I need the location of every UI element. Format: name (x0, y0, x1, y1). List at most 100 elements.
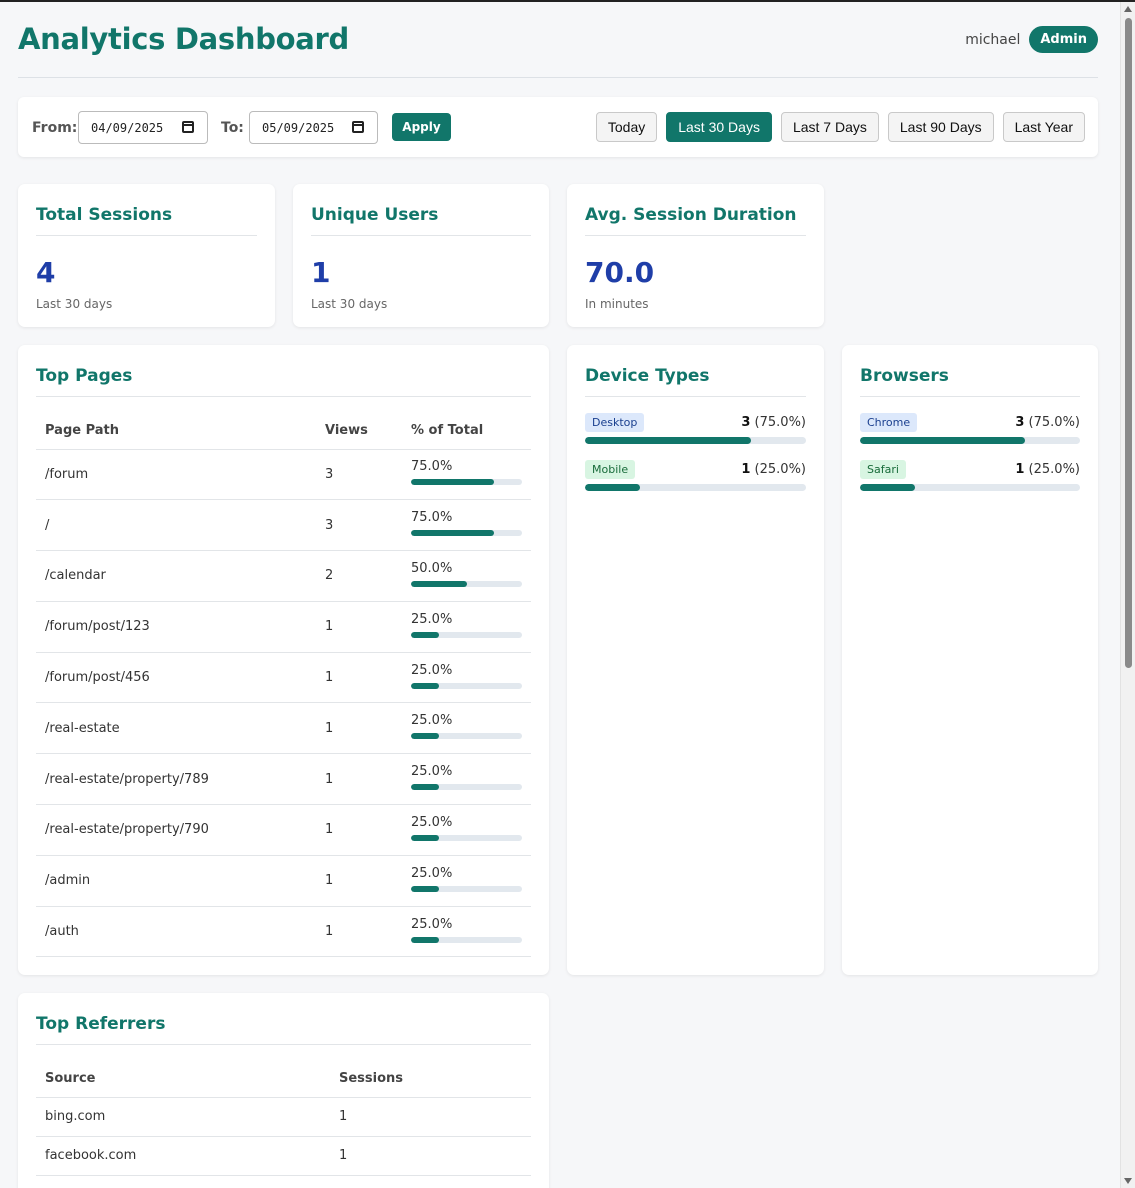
top-pages-body: /forum 3 75.0% /3 75.0% /calendar 2 50.0% /forum… (36, 449, 531, 958)
top-referrers-card: Top Referrers Source Sessions bing.com 1 f… (18, 993, 549, 1188)
percent-bar-fill (411, 479, 495, 486)
percent-bar (411, 682, 522, 689)
table-row: /admin 1 25.0% (36, 855, 531, 907)
range-last-30-days-button[interactable]: Last 30 Days (666, 112, 772, 142)
table-row: /forum 3 75.0% (36, 449, 531, 501)
table-row: facebook.com 1 (36, 1136, 531, 1176)
scrollbar-thumb[interactable] (1125, 18, 1132, 668)
percent-bar (411, 530, 522, 537)
page-percent: 25.0% (411, 865, 453, 881)
device-types-card: Device Types Desktop 3 (75.0%) Mobile 1 (25… (567, 345, 824, 975)
range-last-year-button[interactable]: Last Year (1002, 112, 1085, 142)
table-row: /real-estate/property/790 1 25.0% (36, 804, 531, 856)
distribution-tag: Chrome (860, 412, 918, 432)
percent-bar (411, 936, 522, 943)
top-pages-card: Top Pages Page Path Views % of Total /fo… (18, 345, 549, 975)
distribution-row: Mobile 1 (25.0%) (585, 459, 806, 479)
distribution-bar-fill (585, 484, 641, 491)
distribution-bar (860, 437, 1080, 444)
page-path: /forum/post/123 (36, 601, 316, 653)
percent-bar (411, 733, 522, 740)
to-date-input[interactable]: 05/09/2025 (249, 111, 378, 144)
distribution-item: Mobile 1 (25.0%) (585, 459, 806, 491)
column-header-views: Views (316, 397, 402, 450)
distribution-row: Chrome 3 (75.0%) (860, 412, 1080, 432)
page-views: 1 (316, 601, 402, 653)
distribution-row: Safari 1 (25.0%) (860, 459, 1080, 479)
range-today-button[interactable]: Today (595, 112, 658, 142)
from-date-value: 04/09/2025 (91, 121, 164, 135)
stat-card-unique-users: Unique Users 1 Last 30 days (293, 184, 549, 327)
distribution-bar-fill (860, 484, 915, 491)
referrer-sessions: 1 (330, 1097, 531, 1137)
table-row: /calendar 2 50.0% (36, 550, 531, 602)
percent-bar-fill (411, 784, 439, 791)
distribution-item: Desktop 3 (75.0%) (585, 412, 806, 444)
page-path: /auth (36, 906, 316, 958)
calendar-icon[interactable] (352, 121, 364, 133)
page-percent-cell: 50.0% (402, 550, 531, 602)
page-path: /real-estate (36, 702, 316, 755)
stat-value: 1 (311, 256, 331, 289)
page-path: / (36, 499, 316, 552)
percent-bar (411, 784, 522, 791)
percent-bar-fill (411, 733, 439, 740)
quick-range-buttons: Today Last 30 Days Last 7 Days Last 90 D… (595, 112, 1085, 142)
column-header-percent: % of Total (402, 397, 531, 450)
distribution-item: Safari 1 (25.0%) (860, 459, 1080, 491)
page-views: 3 (316, 449, 402, 501)
distribution-bar-fill (585, 437, 751, 444)
apply-button[interactable]: Apply (392, 113, 451, 141)
range-last-90-days-button[interactable]: Last 90 Days (887, 112, 994, 142)
browsers-list: Chrome 3 (75.0%) Safari 1 (25.0%) (860, 412, 1080, 491)
calendar-icon[interactable] (182, 121, 194, 133)
count-value: 1 (1015, 461, 1025, 477)
stat-title: Total Sessions (36, 205, 257, 236)
page-percent: 25.0% (411, 916, 453, 932)
page-percent: 25.0% (411, 713, 453, 729)
distribution-tag: Mobile (585, 459, 636, 479)
stat-card-avg-session-duration: Avg. Session Duration 70.0 In minutes (567, 184, 824, 327)
table-row: bing.com 1 (36, 1097, 531, 1137)
browsers-title: Browsers (860, 366, 1080, 397)
date-filter-bar: From: 04/09/2025 To: 05/09/2025 Apply To… (18, 97, 1098, 157)
role-badge: Admin (1029, 26, 1098, 53)
percent-bar-fill (411, 580, 467, 587)
dashboard-page: Analytics Dashboard michael Admin From: … (18, 2, 1098, 1188)
username: michael (965, 31, 1021, 48)
top-referrers-body: bing.com 1 facebook.com 1 (36, 1097, 531, 1176)
page-percent-cell: 25.0% (402, 855, 531, 907)
page-percent: 75.0% (411, 459, 453, 475)
percent-bar-fill (411, 834, 439, 841)
page-percent: 25.0% (411, 662, 453, 678)
column-header-source: Source (36, 1045, 330, 1098)
from-date-input[interactable]: 04/09/2025 (78, 111, 208, 144)
top-pages-table: Page Path Views % of Total /forum 3 75.0% /… (36, 397, 531, 958)
top-referrers-title: Top Referrers (36, 1014, 531, 1045)
page-path: /real-estate/property/789 (36, 753, 316, 806)
stat-value: 70.0 (585, 256, 655, 289)
range-last-7-days-button[interactable]: Last 7 Days (780, 112, 879, 142)
page-percent-cell: 25.0% (402, 753, 531, 806)
scroll-down-arrow-icon[interactable] (1124, 1178, 1132, 1184)
stat-subtitle: Last 30 days (311, 297, 388, 311)
scroll-up-arrow-icon[interactable] (1124, 6, 1132, 12)
referrer-source: facebook.com (36, 1136, 330, 1176)
page-percent-cell: 25.0% (402, 804, 531, 856)
table-row: /forum/post/456 1 25.0% (36, 652, 531, 704)
column-header-sessions: Sessions (330, 1045, 531, 1098)
table-row: /real-estate/property/789 1 25.0% (36, 753, 531, 806)
page-percent-cell: 25.0% (402, 906, 531, 958)
count-percent: (25.0%) (1028, 461, 1080, 477)
distribution-item: Chrome 3 (75.0%) (860, 412, 1080, 444)
page-percent-cell: 75.0% (402, 449, 531, 501)
stat-title: Unique Users (311, 205, 531, 236)
percent-bar (411, 479, 522, 486)
top-referrers-table: Source Sessions bing.com 1 facebook.com 1 (36, 1045, 531, 1176)
table-row: /real-estate 1 25.0% (36, 702, 531, 755)
page-scrollbar[interactable] (1120, 2, 1135, 1188)
page-title: Analytics Dashboard (18, 22, 350, 56)
percent-bar (411, 885, 522, 892)
stat-value: 4 (36, 256, 56, 289)
distribution-count: 1 (25.0%) (741, 462, 806, 477)
